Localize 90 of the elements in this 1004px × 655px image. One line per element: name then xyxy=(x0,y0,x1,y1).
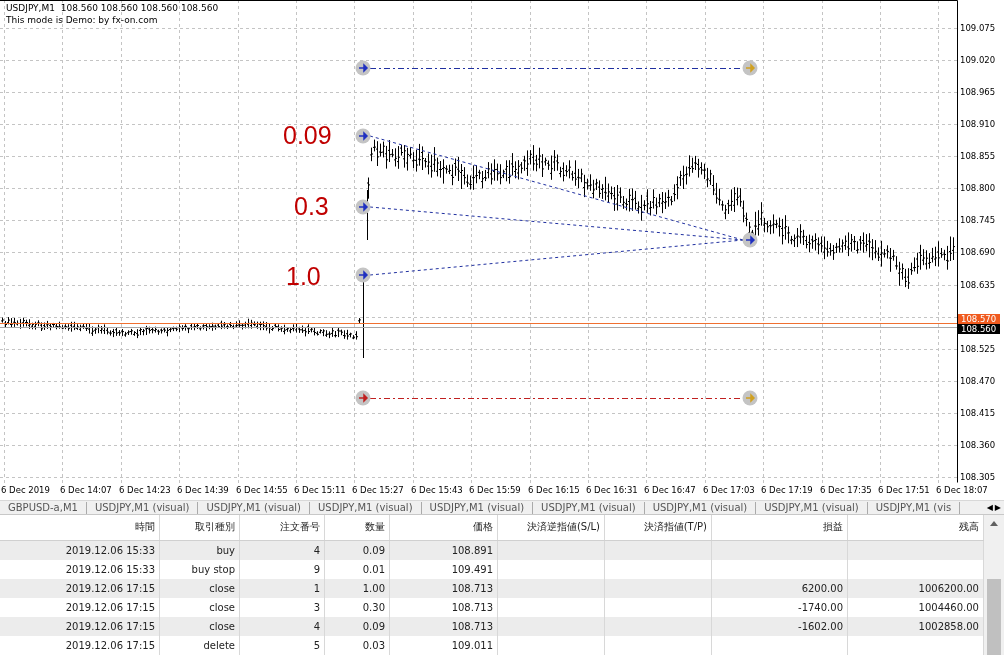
chart-tab[interactable]: USDJPY,M1 (visual) xyxy=(310,501,422,514)
scrollbar[interactable] xyxy=(984,515,1004,655)
marker-icon xyxy=(355,199,371,215)
time-label: 6 Dec 16:15 xyxy=(528,485,580,495)
time-label: 6 Dec 14:55 xyxy=(236,485,288,495)
column-header[interactable]: 時間 xyxy=(0,515,160,540)
chart-tab[interactable]: USDJPY,M1 (visual) xyxy=(421,501,534,514)
column-header[interactable]: 取引種別 xyxy=(160,515,240,540)
price-label: 108.690 xyxy=(960,246,996,259)
time-label: 6 Dec 15:27 xyxy=(352,485,404,495)
price-label: 108.910 xyxy=(960,118,996,131)
table-cell: 108.713 xyxy=(390,617,498,636)
current-price-label: 108.570 xyxy=(958,314,1001,324)
table-cell: 2019.12.06 17:15 xyxy=(0,636,160,655)
table-cell: 1.00 xyxy=(325,579,390,598)
time-label: 6 Dec 15:43 xyxy=(411,485,463,495)
lot-size-label: 1.0 xyxy=(286,261,321,291)
price-label: 108.470 xyxy=(960,374,996,387)
time-label: 6 Dec 18:07 xyxy=(936,485,988,495)
time-label: 6 Dec 17:19 xyxy=(761,485,813,495)
chart-tab[interactable]: USDJPY,M1 (visual) xyxy=(86,501,199,514)
table-cell: 0.09 xyxy=(325,541,390,560)
chart-tab[interactable]: USDJPY,M1 (visual) xyxy=(756,501,868,514)
time-label: 6 Dec 15:59 xyxy=(469,485,521,495)
column-header[interactable]: 損益 xyxy=(712,515,848,540)
chart-tab[interactable]: USDJPY,M1 (visual) xyxy=(533,501,645,514)
table-cell: 0.03 xyxy=(325,636,390,655)
marker-icon xyxy=(742,232,758,248)
marker-icon xyxy=(355,267,371,283)
price-label: 108.635 xyxy=(960,278,996,291)
marker-icon xyxy=(742,60,758,76)
current-price-label: 108.560 xyxy=(958,324,1001,334)
table-cell: 2019.12.06 17:15 xyxy=(0,617,160,636)
price-label: 108.415 xyxy=(960,406,996,419)
table-cell: 108.891 xyxy=(390,541,498,560)
time-label: 6 Dec 14:07 xyxy=(60,485,112,495)
time-label: 6 Dec 16:47 xyxy=(644,485,696,495)
table-cell: 0.09 xyxy=(325,617,390,636)
column-header[interactable]: 決済逆指値(S/L) xyxy=(498,515,605,540)
table-cell: close xyxy=(160,579,240,598)
time-label: 6 Dec 17:35 xyxy=(820,485,872,495)
lot-size-label: 0.09 xyxy=(283,120,332,150)
marker-icon xyxy=(355,128,371,144)
time-label: 6 Dec 14:39 xyxy=(177,485,229,495)
price-label: 109.075 xyxy=(960,22,996,34)
price-label: 108.305 xyxy=(960,470,996,483)
chart-tab[interactable]: USDJPY,M1 (visual) xyxy=(198,501,310,514)
table-cell: delete xyxy=(160,636,240,655)
table-cell: 6200.00 xyxy=(712,579,848,598)
chart-info-text: USDJPY,M1 108.560 108.560 108.560 108.560 xyxy=(6,2,219,14)
price-label: 108.855 xyxy=(960,150,996,163)
time-label: 6 Dec 15:11 xyxy=(294,485,346,495)
price-label: 108.525 xyxy=(960,342,996,355)
marker-icon xyxy=(742,390,758,406)
time-label: 6 Dec 17:51 xyxy=(878,485,930,495)
marker-icon xyxy=(355,60,371,76)
time-label: 6 Dec 17:03 xyxy=(703,485,755,495)
table-cell: 4 xyxy=(240,541,325,560)
price-label: 108.965 xyxy=(960,86,996,99)
table-cell: 108.713 xyxy=(390,579,498,598)
table-cell: 5 xyxy=(240,636,325,655)
chart-tab[interactable]: USDJPY,M1 (vis xyxy=(867,501,961,514)
time-label: 6 Dec 16:31 xyxy=(586,485,638,495)
scrollbar-thumb[interactable] xyxy=(987,579,1001,655)
table-cell: 109.011 xyxy=(390,636,498,655)
table-cell: 2019.12.06 17:15 xyxy=(0,579,160,598)
column-header[interactable]: 数量 xyxy=(325,515,390,540)
chart-tab[interactable]: USDJPY,M1 (visual) xyxy=(644,501,757,514)
table-cell: 1 xyxy=(240,579,325,598)
time-label: 6 Dec 14:23 xyxy=(119,485,171,495)
price-label: 109.020 xyxy=(960,54,996,67)
scroll-up-icon[interactable] xyxy=(990,521,998,526)
time-label: 6 Dec 2019 xyxy=(1,485,50,495)
table-cell: 4 xyxy=(240,617,325,636)
scroll-left-button[interactable]: ◀ xyxy=(986,503,993,512)
chart-tab[interactable]: GBPUSD-a,M1 xyxy=(0,501,87,514)
price-label: 108.360 xyxy=(960,438,996,451)
column-header[interactable]: 決済指値(T/P) xyxy=(605,515,712,540)
price-label: 108.800 xyxy=(960,182,996,195)
lot-size-label: 0.3 xyxy=(294,191,329,221)
table-cell: -1602.00 xyxy=(712,617,848,636)
column-header[interactable]: 価格 xyxy=(390,515,498,540)
scroll-right-button[interactable]: ▶ xyxy=(994,503,1001,512)
table-cell: close xyxy=(160,617,240,636)
price-label: 108.745 xyxy=(960,214,996,227)
marker-icon xyxy=(355,390,371,406)
table-cell: 2019.12.06 15:33 xyxy=(0,541,160,560)
table-cell: buy xyxy=(160,541,240,560)
chart-info-text: This mode is Demo: by fx-on.com xyxy=(6,14,159,26)
column-header[interactable]: 注文番号 xyxy=(240,515,325,540)
